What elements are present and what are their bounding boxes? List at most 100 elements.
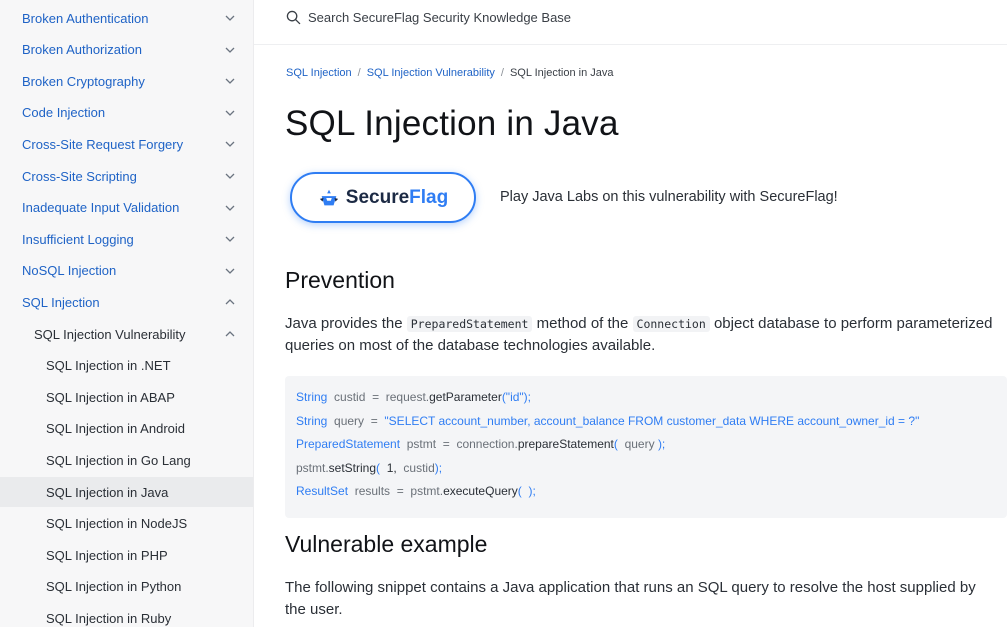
code-token-type: ResultSet — [296, 484, 349, 498]
sidebar-item-broken-authentication[interactable]: Broken Authentication — [0, 3, 253, 33]
chevron-down-icon[interactable] — [216, 35, 244, 65]
sidebar-item-sql-injection[interactable]: SQL Injection — [0, 287, 253, 317]
sidebar-item-sql-injection-in-java[interactable]: SQL Injection in Java — [0, 477, 253, 507]
sidebar-item-cross-site-scripting[interactable]: Cross-Site Scripting — [0, 161, 253, 191]
breadcrumb-current: SQL Injection in Java — [509, 67, 614, 79]
code-token-method: executeQuery — [443, 484, 518, 498]
code-token-op: = — [370, 413, 378, 428]
chevron-down-icon[interactable] — [216, 98, 244, 128]
code-token-string: "SELECT account_number, account_balance … — [384, 413, 920, 428]
search-icon — [286, 10, 301, 25]
sidebar-item-label: Cross-Site Request Forgery — [22, 136, 184, 152]
secureflag-word-secure: Secure — [345, 186, 410, 208]
inline-code-connection: Connection — [632, 316, 710, 332]
code-token-var: query — [624, 437, 655, 451]
code-line: PreparedStatement pstmt = connection.pre… — [296, 433, 1007, 457]
sidebar-item-insufficient-logging[interactable]: Insufficient Logging — [0, 224, 253, 254]
search-bar[interactable]: Search SecureFlag Security Knowledge Bas… — [286, 6, 571, 28]
code-token-paren: ( — [517, 484, 522, 498]
sidebar-item-label: Inadequate Input Validation — [22, 200, 180, 216]
secureflag-wordmark: SecureFlag — [346, 187, 448, 209]
secureflag-logo-icon — [318, 187, 340, 209]
search-placeholder[interactable]: Search SecureFlag Security Knowledge Bas… — [308, 10, 571, 25]
sidebar-item-label: SQL Injection in Ruby — [46, 610, 172, 626]
chevron-down-icon[interactable] — [216, 193, 244, 223]
sidebar-item-inadequate-input-validation[interactable]: Inadequate Input Validation — [0, 193, 253, 223]
code-token-obj: request. — [385, 390, 430, 404]
sidebar-item-label: SQL Injection in Go Lang — [46, 452, 191, 468]
sidebar: Broken Authentication Broken Authorizatio… — [0, 0, 254, 627]
chevron-down-icon[interactable] — [216, 256, 244, 286]
code-token-op: = — [372, 390, 380, 404]
prevention-text: Java provides the — [285, 315, 407, 332]
breadcrumb: SQL Injection / SQL Injection Vulnerabil… — [286, 67, 614, 79]
vulnerable-example-paragraph: The following snippet contains a Java ap… — [285, 579, 976, 618]
sidebar-item-sql-injection-in-go-lang[interactable]: SQL Injection in Go Lang — [0, 445, 253, 475]
code-token-paren: ); — [434, 460, 443, 475]
code-line: String query = "SELECT account_number, a… — [296, 410, 1007, 434]
code-token-paren: ( — [613, 437, 618, 451]
sidebar-item-sql-injection-in-ruby[interactable]: SQL Injection in Ruby — [0, 603, 253, 627]
code-token-var: custid — [403, 460, 435, 475]
code-token-var: results — [354, 484, 391, 498]
code-token-type: PreparedStatement — [296, 437, 401, 451]
header-divider — [254, 44, 1007, 45]
sidebar-item-label: SQL Injection in NodeJS — [46, 516, 188, 532]
code-token-var: query — [334, 413, 365, 428]
prevention-heading: Prevention — [285, 267, 395, 293]
code-token-obj: connection. — [456, 437, 518, 451]
code-token-paren: ( — [376, 460, 381, 475]
code-line: String custid = request.getParameter("id… — [296, 386, 1007, 410]
code-token-op: = — [396, 484, 404, 498]
chevron-down-icon[interactable] — [216, 129, 244, 159]
breadcrumb-link-sql-injection-vulnerability[interactable]: SQL Injection Vulnerability — [367, 67, 495, 79]
sidebar-item-label: SQL Injection in Android — [46, 421, 185, 437]
code-token-obj: pstmt. — [296, 460, 329, 475]
prevention-text: method of the — [532, 315, 633, 332]
chevron-down-icon[interactable] — [216, 3, 244, 33]
prevention-paragraph: Java provides the PreparedStatement meth… — [285, 313, 1000, 357]
chevron-down-icon[interactable] — [216, 224, 244, 254]
sidebar-item-sql-injection-in-abap[interactable]: SQL Injection in ABAP — [0, 382, 253, 412]
code-token-paren: ); — [528, 484, 536, 498]
sidebar-item-sql-injection-in-nodejs[interactable]: SQL Injection in NodeJS — [0, 509, 253, 539]
breadcrumb-link-sql-injection[interactable]: SQL Injection — [286, 67, 352, 79]
breadcrumb-separator: / — [357, 67, 361, 79]
chevron-up-icon[interactable] — [216, 287, 244, 317]
secureflag-button[interactable]: SecureFlag — [290, 172, 476, 223]
sidebar-item-label: SQL Injection in ABAP — [46, 389, 175, 405]
chevron-down-icon[interactable] — [216, 161, 244, 191]
sidebar-item-sql-injection-in-python[interactable]: SQL Injection in Python — [0, 572, 253, 602]
code-token-type: String — [296, 413, 328, 428]
sidebar-item-sql-injection-in-net[interactable]: SQL Injection in .NET — [0, 351, 253, 381]
sidebar-item-cross-site-request-forgery[interactable]: Cross-Site Request Forgery — [0, 129, 253, 159]
code-token-obj: pstmt. — [410, 484, 444, 498]
sidebar-item-label: SQL Injection in Java — [46, 484, 169, 500]
sidebar-item-label: SQL Injection in .NET — [46, 358, 171, 374]
sidebar-item-label: Cross-Site Scripting — [22, 168, 137, 184]
secureflag-promo-text: Play Java Labs on this vulnerability wit… — [500, 189, 838, 205]
code-line: pstmt.setString( 1, custid); — [296, 457, 1007, 481]
sidebar-item-sql-injection-in-android[interactable]: SQL Injection in Android — [0, 414, 253, 444]
code-token-method: setString — [328, 460, 377, 475]
code-token-method: getParameter — [429, 390, 502, 404]
sidebar-item-label: Code Injection — [22, 105, 106, 121]
code-token-op: = — [442, 437, 450, 451]
sidebar-item-label: Broken Cryptography — [22, 73, 145, 89]
sidebar-item-code-injection[interactable]: Code Injection — [0, 98, 253, 128]
code-token-type: String — [296, 390, 328, 404]
code-token-var: pstmt — [406, 437, 437, 451]
sidebar-item-broken-cryptography[interactable]: Broken Cryptography — [0, 66, 253, 96]
sidebar-item-broken-authorization[interactable]: Broken Authorization — [0, 35, 253, 65]
chevron-up-icon[interactable] — [216, 319, 244, 349]
breadcrumb-separator: / — [500, 67, 504, 79]
sidebar-item-label: Broken Authentication — [22, 10, 149, 26]
code-line: ResultSet results = pstmt.executeQuery( … — [296, 480, 1007, 504]
sidebar-item-label: SQL Injection in Python — [46, 579, 182, 595]
sidebar-item-sql-injection-vulnerability[interactable]: SQL Injection Vulnerability — [0, 319, 253, 349]
chevron-down-icon[interactable] — [216, 66, 244, 96]
code-token-var: custid — [334, 390, 366, 404]
sidebar-item-sql-injection-in-php[interactable]: SQL Injection in PHP — [0, 540, 253, 570]
sidebar-item-nosql-injection[interactable]: NoSQL Injection — [0, 256, 253, 286]
sidebar-item-label: Insufficient Logging — [22, 231, 134, 247]
